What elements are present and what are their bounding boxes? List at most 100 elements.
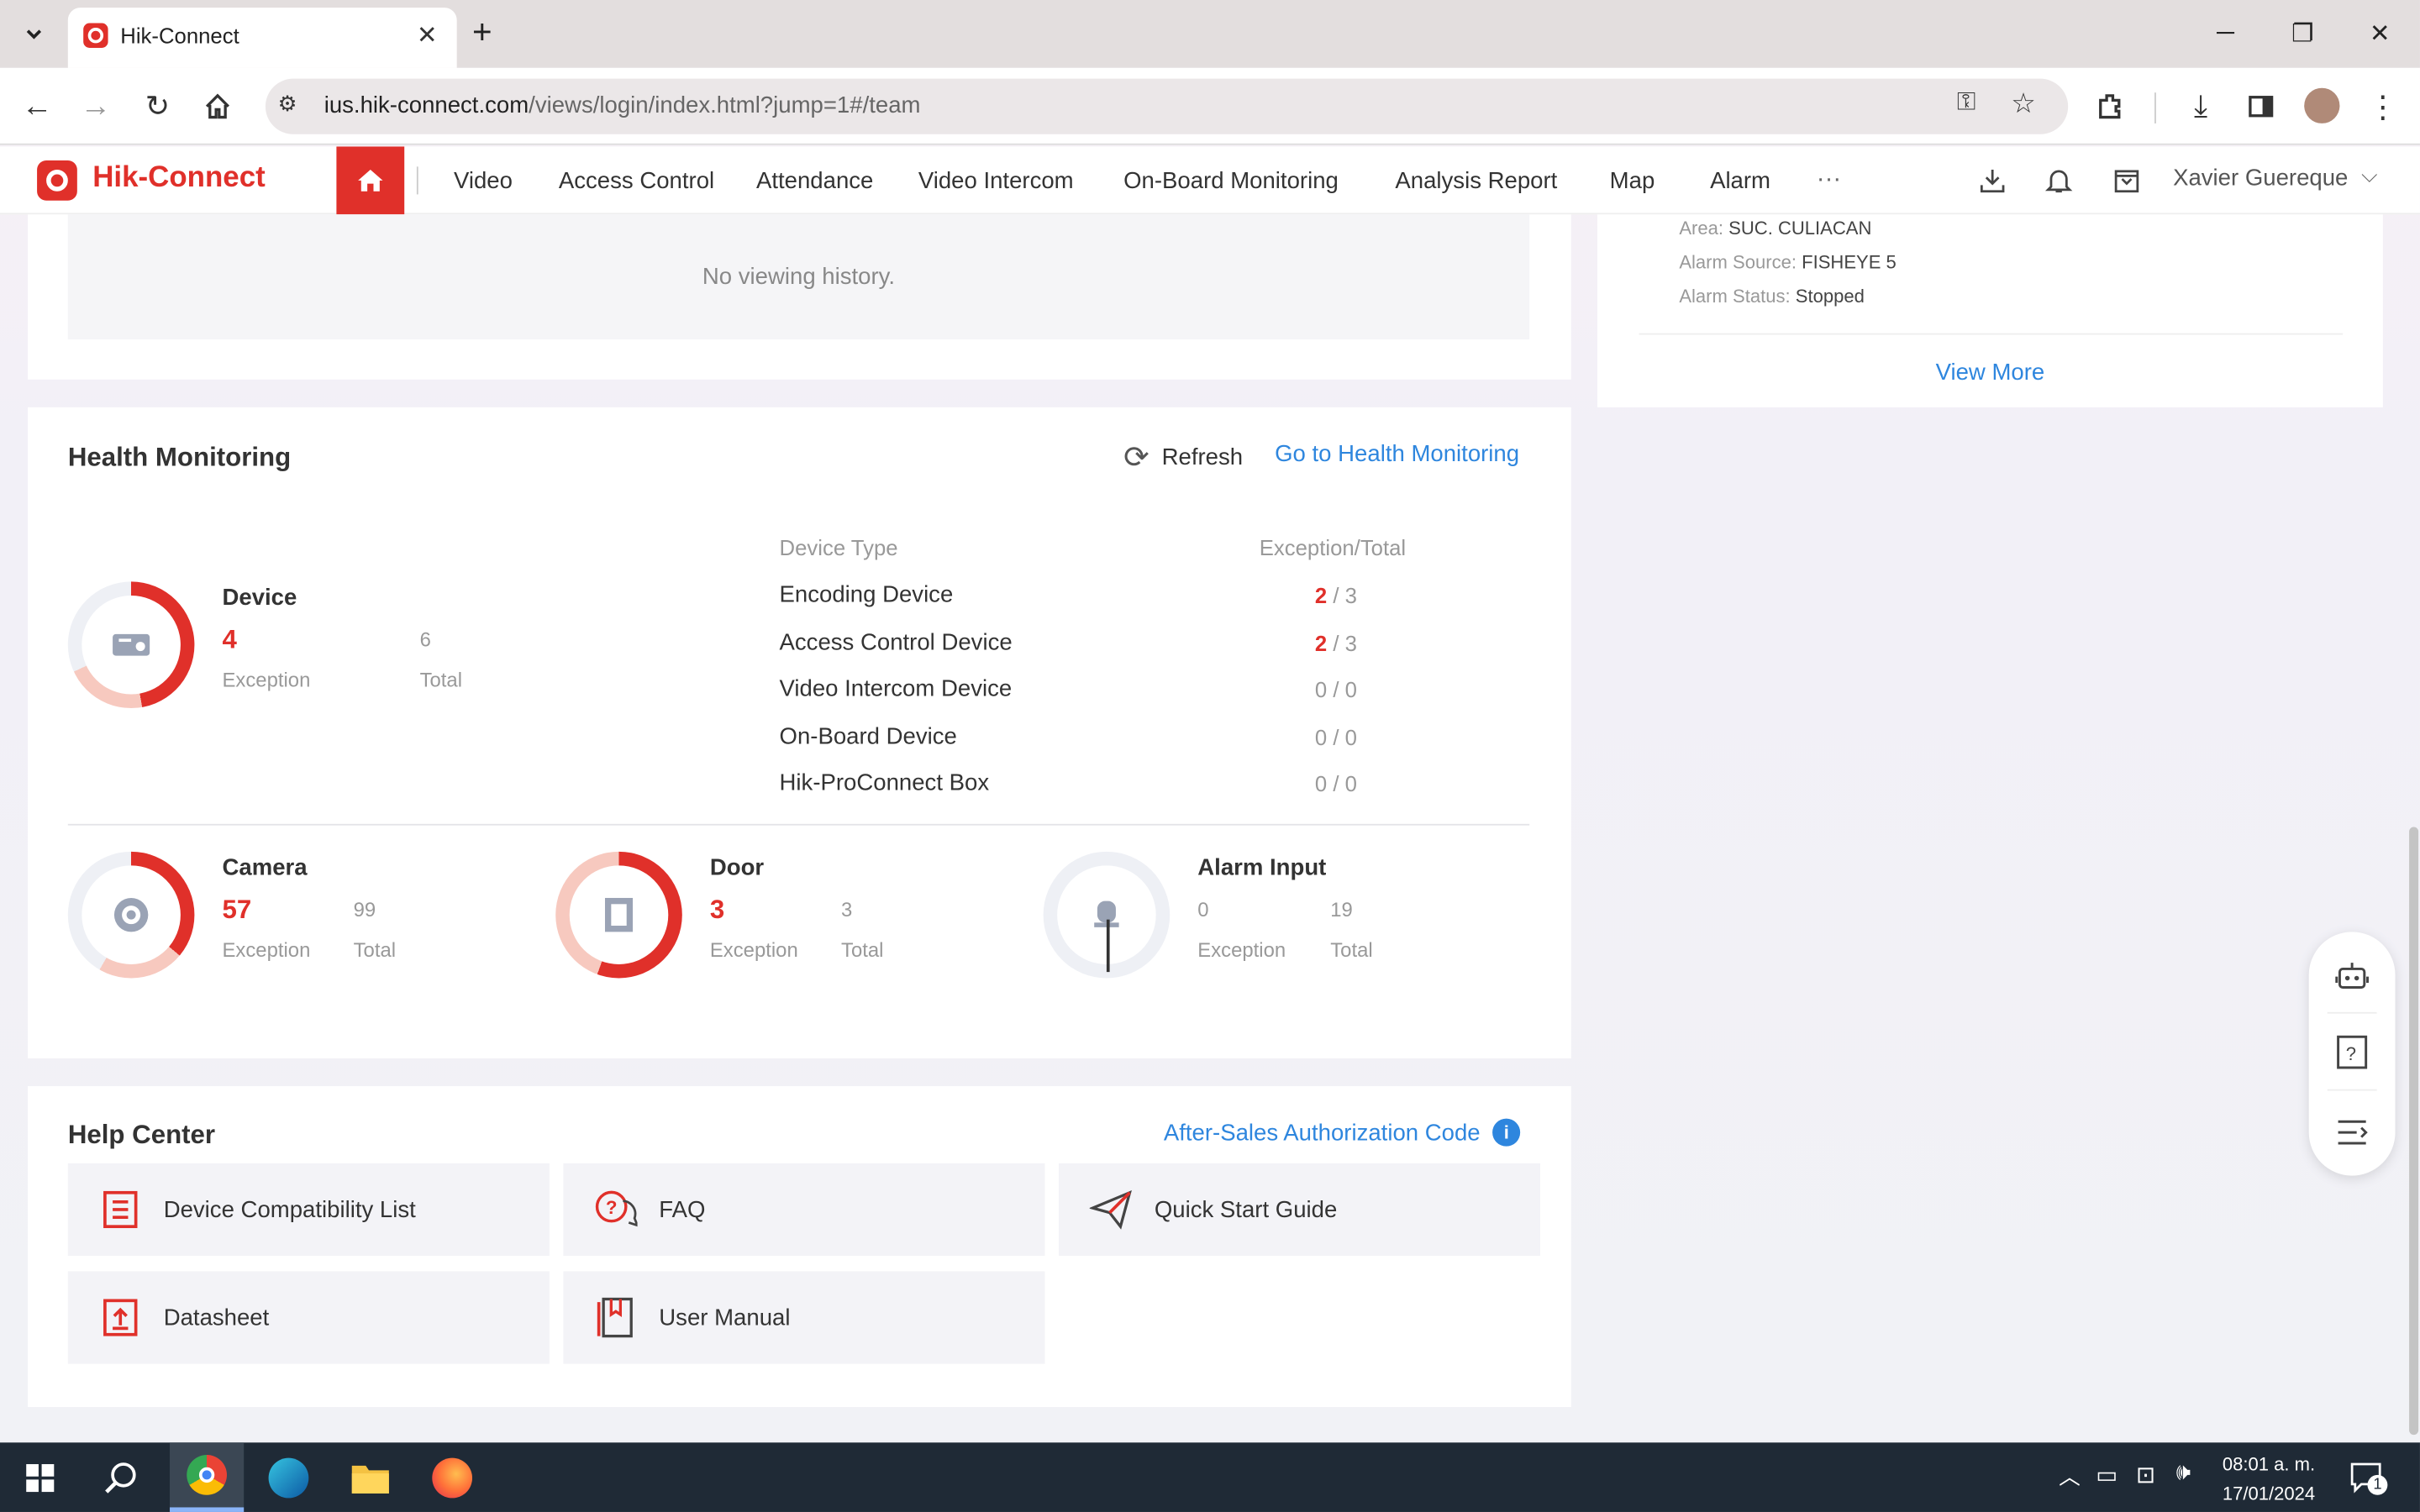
access-control-exception[interactable]: 2 xyxy=(1315,631,1327,655)
extensions-icon[interactable] xyxy=(2086,81,2136,131)
table-row-count: 0 / 0 xyxy=(1315,677,1357,701)
back-icon[interactable]: ← xyxy=(13,81,62,131)
nav-on-board-monitoring[interactable]: On-Board Monitoring xyxy=(1123,146,1339,214)
bookmark-star-icon[interactable]: ☆ xyxy=(2011,88,2036,121)
window-close-icon[interactable]: ✕ xyxy=(2349,0,2410,68)
notification-bell-icon[interactable] xyxy=(2034,156,2084,206)
tray-time: 08:01 a. m. xyxy=(2222,1453,2316,1475)
minimize-icon[interactable]: ─ xyxy=(2195,0,2256,68)
page-scrollbar[interactable] xyxy=(2409,827,2419,1436)
taskbar-file-explorer-icon[interactable] xyxy=(334,1442,408,1512)
forward-icon[interactable]: → xyxy=(71,81,120,131)
address-bar[interactable]: ⚙ ius.hik-connect.com/views/login/index.… xyxy=(265,78,2069,134)
after-sales-auth-link[interactable]: After-Sales Authorization Code i xyxy=(1164,1118,1521,1147)
nav-map[interactable]: Map xyxy=(1610,146,1655,214)
notification-count-badge: 1 xyxy=(2367,1474,2388,1495)
health-monitoring-card: Health Monitoring ⟳ Refresh Go to Health… xyxy=(28,407,1571,1058)
site-info-icon[interactable]: ⚙ xyxy=(278,91,297,117)
nav-video-intercom[interactable]: Video Intercom xyxy=(918,146,1074,214)
door-icon xyxy=(604,897,634,932)
alarm-input-exception-count: 0 xyxy=(1197,897,1209,921)
restore-icon[interactable]: ❐ xyxy=(2272,0,2333,68)
tab-title: Hik-Connect xyxy=(120,23,239,48)
mouse-cursor xyxy=(1106,919,1109,973)
help-item-label: User Manual xyxy=(659,1304,791,1331)
refresh-icon: ⟳ xyxy=(1123,441,1150,475)
url-path: /views/login/index.html?jump=1#/team xyxy=(529,92,921,119)
side-panel-icon[interactable] xyxy=(2236,81,2286,131)
help-item-faq[interactable]: ? FAQ xyxy=(563,1163,1045,1257)
tab-list-chevron-icon[interactable] xyxy=(9,9,59,59)
tray-clock[interactable]: 08:01 a. m. 17/01/2024 xyxy=(2223,1450,2315,1509)
device-type-encoding: Encoding Device xyxy=(779,581,954,608)
proconnect-box-exception: 0 xyxy=(1314,771,1328,796)
alarm-status-value: Stopped xyxy=(1795,285,1865,307)
new-tab-icon[interactable]: + xyxy=(472,13,492,53)
proconnect-box-total: / 0 xyxy=(1327,771,1357,796)
door-total-count: 3 xyxy=(841,897,853,921)
camera-exception-count[interactable]: 57 xyxy=(222,895,251,926)
help-item-device-compatibility[interactable]: Device Compatibility List xyxy=(67,1163,550,1257)
nav-analysis-report[interactable]: Analysis Report xyxy=(1395,146,1557,214)
door-total-label: Total xyxy=(841,937,884,962)
tray-overflow-icon[interactable]: ︿ xyxy=(2059,1461,2081,1492)
door-exception-label: Exception xyxy=(709,937,798,962)
message-center-icon[interactable] xyxy=(2102,156,2152,206)
go-to-health-monitoring-link[interactable]: Go to Health Monitoring xyxy=(1275,441,1519,467)
download-center-icon[interactable] xyxy=(1968,156,2018,206)
tab-close-icon[interactable]: ✕ xyxy=(417,20,438,51)
taskbar-edge-icon[interactable] xyxy=(251,1442,325,1512)
user-menu-chevron-icon[interactable]: ⌵ xyxy=(2361,162,2378,188)
refresh-button[interactable]: ⟳ Refresh xyxy=(1123,438,1243,477)
downloads-icon[interactable]: ⤓ xyxy=(2176,81,2226,131)
nav-video[interactable]: Video xyxy=(454,146,513,214)
collapse-menu-icon[interactable] xyxy=(2333,1114,2370,1158)
help-item-quick-start[interactable]: Quick Start Guide xyxy=(1058,1163,1541,1257)
view-more-link[interactable]: View More xyxy=(1597,360,2383,386)
device-type-header: Device Type xyxy=(779,535,898,560)
table-row-count: 2 / 3 xyxy=(1315,631,1357,655)
taskbar-firefox-icon[interactable] xyxy=(415,1442,489,1512)
on-board-total: / 0 xyxy=(1327,725,1357,750)
profile-avatar[interactable] xyxy=(2304,87,2340,123)
refresh-label: Refresh xyxy=(1161,444,1244,471)
browser-tab[interactable]: Hik-Connect ✕ xyxy=(67,8,457,68)
password-key-icon[interactable]: ⚿ xyxy=(1957,90,1975,118)
home-icon[interactable] xyxy=(193,81,243,131)
tray-battery-icon[interactable]: ▭ xyxy=(2096,1461,2118,1488)
encoding-total: / 3 xyxy=(1327,583,1357,608)
taskbar-search-icon[interactable] xyxy=(85,1442,159,1512)
help-center-card: Help Center After-Sales Authorization Co… xyxy=(28,1086,1571,1408)
robot-assistant-icon[interactable] xyxy=(2333,957,2370,1001)
help-book-icon[interactable]: ? xyxy=(2333,1034,2370,1079)
datasheet-upload-icon xyxy=(99,1296,142,1339)
tray-network-icon[interactable]: ⊡ xyxy=(2136,1461,2155,1488)
browser-menu-icon[interactable]: ⋮ xyxy=(2358,81,2407,131)
taskbar-chrome-icon[interactable] xyxy=(170,1442,245,1512)
encoding-exception[interactable]: 2 xyxy=(1315,583,1327,607)
tray-volume-icon[interactable]: 🕪 xyxy=(2176,1460,2191,1486)
info-icon[interactable]: i xyxy=(1492,1118,1521,1147)
help-item-user-manual[interactable]: User Manual xyxy=(563,1271,1045,1364)
user-name[interactable]: Xavier Guereque xyxy=(2173,165,2348,192)
help-item-datasheet[interactable]: Datasheet xyxy=(67,1271,550,1364)
windows-start-icon[interactable] xyxy=(3,1442,77,1512)
door-exception-count[interactable]: 3 xyxy=(710,895,724,926)
nav-access-control[interactable]: Access Control xyxy=(559,146,714,214)
area-label: Area: xyxy=(1679,217,1724,239)
device-exception-count[interactable]: 4 xyxy=(222,625,236,656)
notification-center-icon[interactable]: 1 xyxy=(2349,1460,2388,1495)
logo-text: Hik-Connect xyxy=(92,161,266,195)
table-row-count: 2 / 3 xyxy=(1315,583,1357,607)
no-history-text: No viewing history. xyxy=(67,214,1530,340)
nav-alarm[interactable]: Alarm xyxy=(1710,146,1770,214)
reload-icon[interactable]: ↻ xyxy=(133,81,182,131)
camera-total-label: Total xyxy=(353,937,397,962)
device-type-access-control: Access Control Device xyxy=(779,629,1013,656)
help-item-label: Datasheet xyxy=(163,1304,270,1331)
device-total-label: Total xyxy=(419,668,463,691)
home-nav-button[interactable] xyxy=(336,146,405,215)
nav-more-icon[interactable]: ··· xyxy=(1817,146,1841,214)
nav-attendance[interactable]: Attendance xyxy=(756,146,873,214)
alarm-divider xyxy=(1639,333,2344,335)
